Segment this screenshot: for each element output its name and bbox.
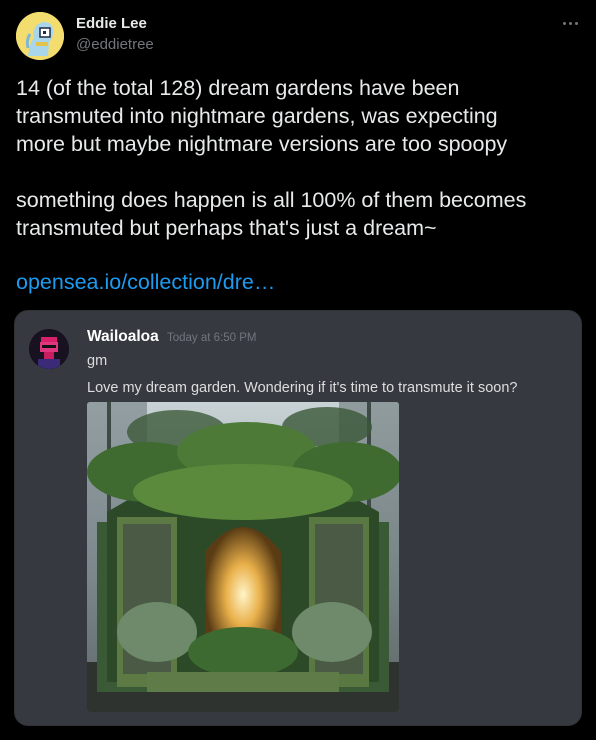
tweet-line: 14 (of the total 128) dream gardens have… [16,76,460,100]
author-handle[interactable]: @eddietree [76,36,154,53]
author-name[interactable]: Eddie Lee [76,15,147,32]
tweet-line: transmuted but perhaps that's just a dre… [16,216,437,240]
discord-message: Love my dream garden. Wondering if it's … [87,380,518,396]
tweet-line: something does happen is all 100% of the… [16,188,527,212]
discord-username: Wailoaloa [87,328,159,345]
author-avatar[interactable] [16,12,64,60]
discord-message: gm [87,353,108,369]
embedded-screenshot[interactable]: Wailoaloa Today at 6:50 PM gm Love my dr… [14,310,582,726]
tweet-text: 14 (of the total 128) dream gardens have… [16,74,582,242]
tweet-line: transmuted into nightmare gardens, was e… [16,104,498,128]
tweet-line: more but maybe nightmare versions are to… [16,132,508,156]
discord-timestamp: Today at 6:50 PM [167,332,257,344]
tweet-link[interactable]: opensea.io/collection/dre… [16,270,275,295]
discord-avatar [29,329,69,369]
garden-image [87,402,399,712]
more-icon[interactable] [558,16,582,30]
